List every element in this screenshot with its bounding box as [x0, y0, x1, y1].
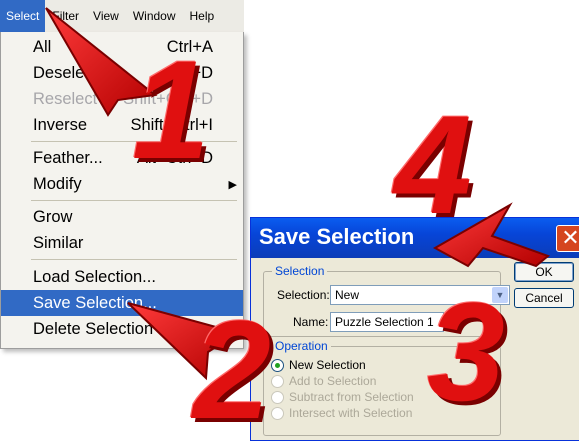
step-3-label: 3 [427, 273, 505, 430]
step-2-label: 2 [193, 291, 271, 448]
step-4-label: 4 [394, 86, 472, 243]
step-1-label: 1 [132, 31, 210, 188]
